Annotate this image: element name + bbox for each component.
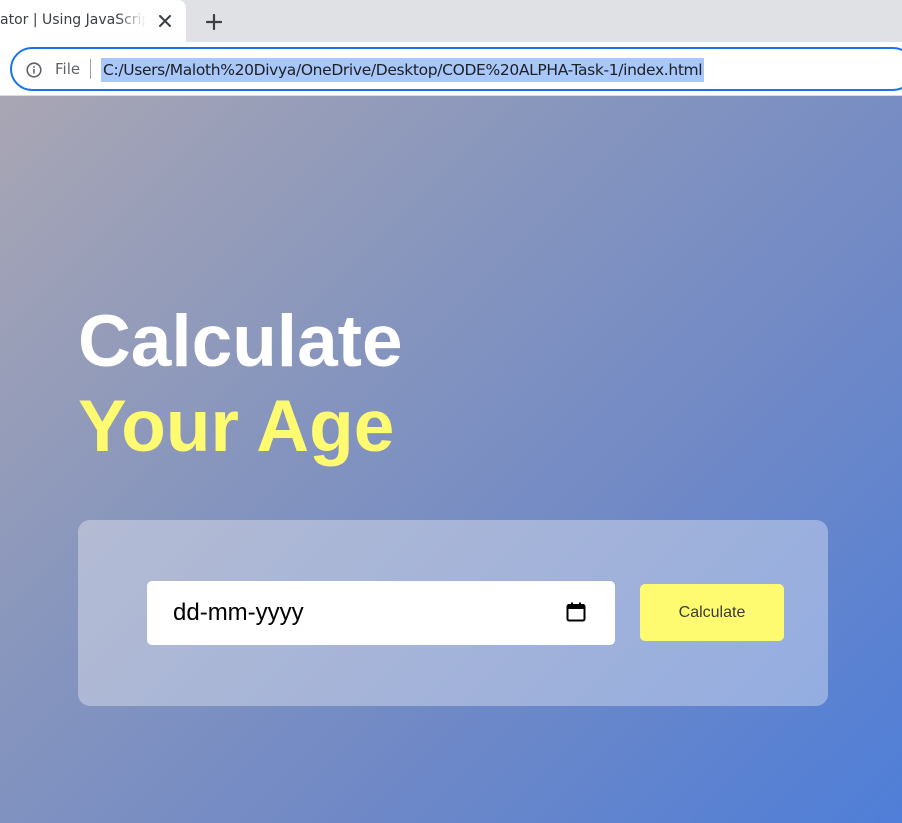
browser-tab[interactable]: ator | Using JavaScript (0, 0, 186, 42)
file-scheme-label: File (55, 60, 81, 78)
page-viewport: Calculate Your Age dd-mm-yyyy Calculate (0, 96, 902, 823)
plus-icon (206, 14, 222, 30)
heading-calculate: Calculate (78, 301, 403, 382)
calculate-button[interactable]: Calculate (640, 584, 784, 641)
browser-toolbar: File C:/Users/Maloth%20Divya/OneDrive/De… (0, 42, 902, 96)
heading-your-age: Your Age (78, 386, 395, 467)
new-tab-button[interactable] (200, 8, 228, 36)
close-icon[interactable] (154, 10, 176, 32)
address-bar[interactable]: File C:/Users/Maloth%20Divya/OneDrive/De… (10, 47, 902, 91)
tab-title: ator | Using JavaScript (0, 12, 146, 28)
info-icon[interactable] (26, 62, 42, 78)
address-separator (90, 59, 91, 79)
date-placeholder: dd-mm-yyyy (173, 599, 304, 626)
calendar-icon[interactable] (565, 601, 587, 623)
age-form-card: dd-mm-yyyy Calculate (78, 520, 828, 706)
birthdate-input[interactable]: dd-mm-yyyy (147, 581, 615, 645)
tab-strip: ator | Using JavaScript (0, 0, 902, 42)
url-text[interactable]: C:/Users/Maloth%20Divya/OneDrive/Desktop… (101, 58, 705, 82)
